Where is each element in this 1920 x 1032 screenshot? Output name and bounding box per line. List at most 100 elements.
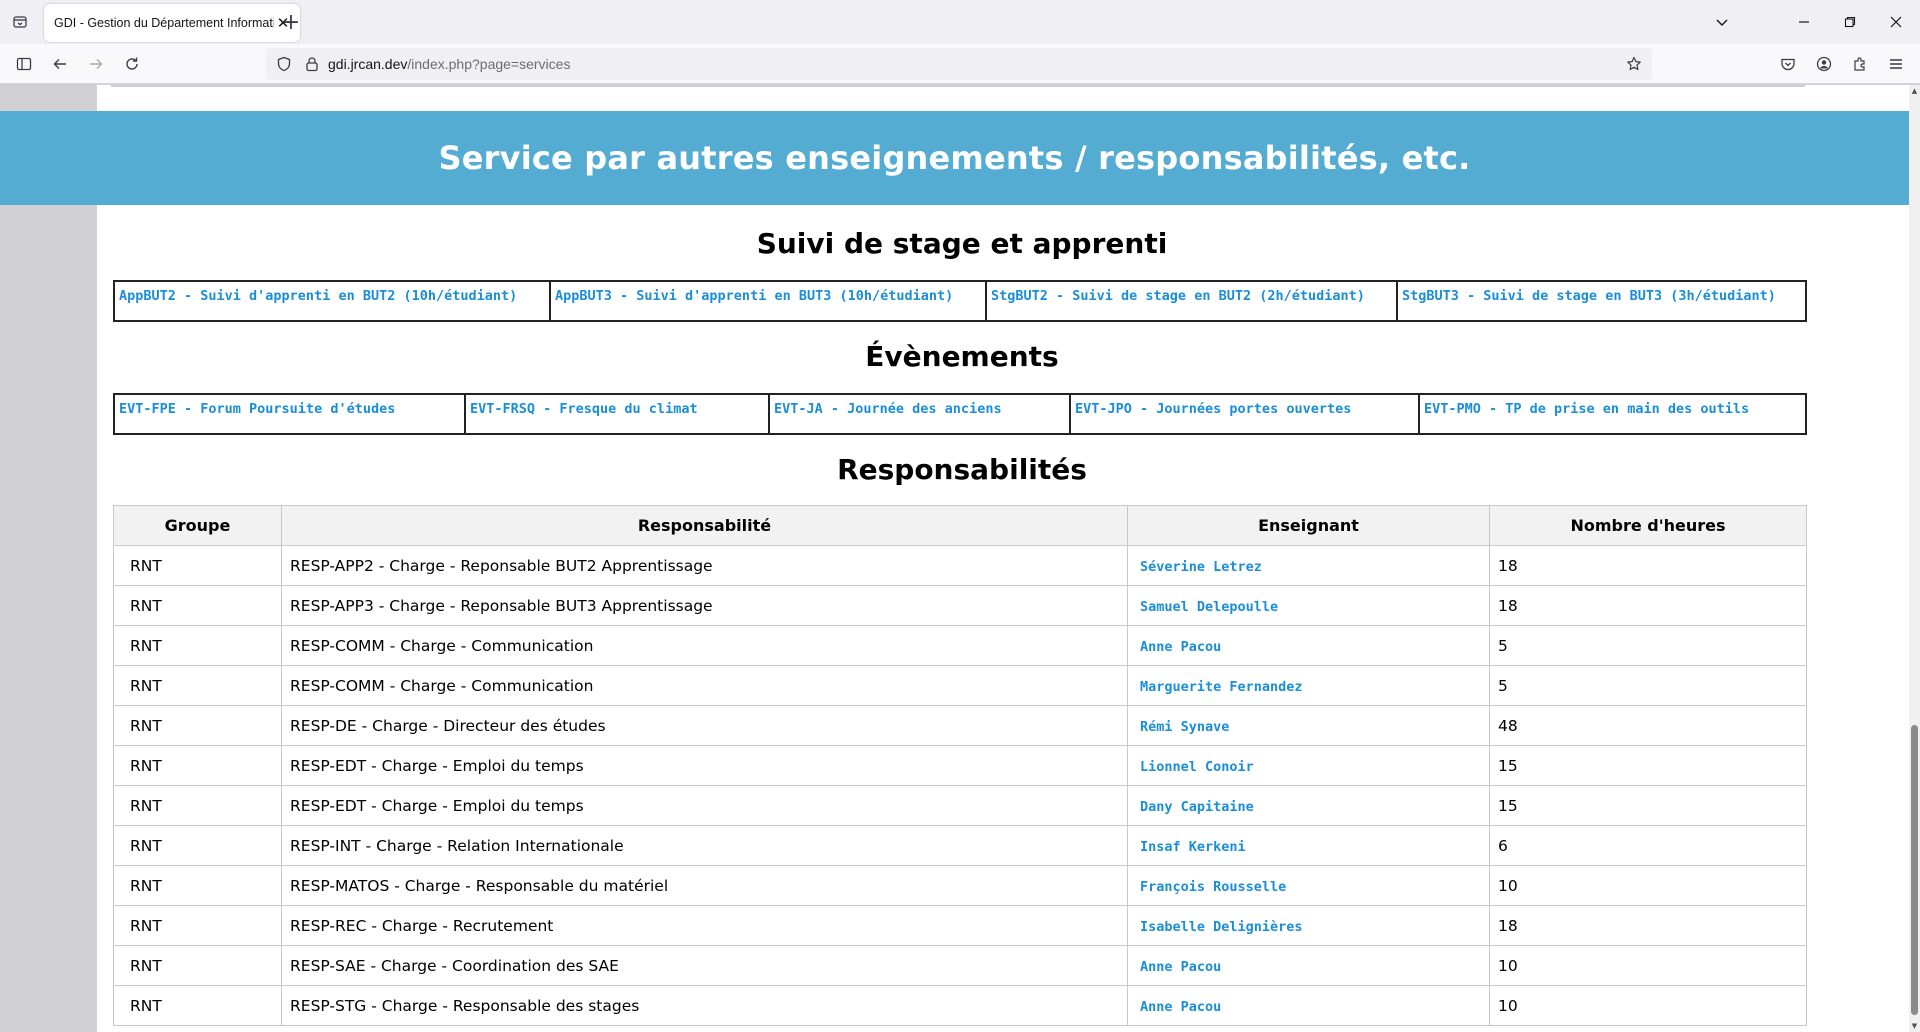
teacher-link[interactable]: Séverine Letrez xyxy=(1136,559,1262,575)
event-link[interactable]: EVT-FPE - Forum Poursuite d'études xyxy=(119,401,395,417)
event-link[interactable]: EVT-FRSQ - Fresque du climat xyxy=(470,401,698,417)
cell-group: RNT xyxy=(113,745,282,786)
navigation-bar: gdi.jrcan.dev/index.php?page=services xyxy=(0,44,1920,84)
minimize-icon[interactable] xyxy=(1784,8,1824,36)
url-bar[interactable]: gdi.jrcan.dev/index.php?page=services xyxy=(266,48,1652,80)
cell-group: RNT xyxy=(113,825,282,866)
cell-group: RNT xyxy=(113,545,282,586)
cell-group: RNT xyxy=(113,865,282,906)
cell-teacher: Rémi Synave xyxy=(1127,705,1490,746)
url-text[interactable]: gdi.jrcan.dev/index.php?page=services xyxy=(328,56,570,72)
sidebar-icon[interactable] xyxy=(10,50,38,78)
cell-teacher: Anne Pacou xyxy=(1127,985,1490,1026)
event-link[interactable]: EVT-JA - Journée des anciens xyxy=(774,401,1002,417)
cell-responsibility: RESP-REC - Charge - Recrutement xyxy=(281,905,1128,946)
event-link-cell: EVT-FRSQ - Fresque du climat xyxy=(464,393,770,435)
tab-list-icon[interactable] xyxy=(8,8,32,36)
forward-icon[interactable] xyxy=(82,50,110,78)
teacher-link[interactable]: Lionnel Conoir xyxy=(1136,759,1254,775)
column-header-hours[interactable]: Nombre d'heures xyxy=(1489,505,1807,546)
shield-icon[interactable] xyxy=(274,54,294,74)
column-header-responsibility[interactable]: Responsabilité xyxy=(281,505,1128,546)
teacher-link[interactable]: Anne Pacou xyxy=(1136,639,1221,655)
table-row: RNT RESP-COMM - Charge - Communication Mar… xyxy=(113,665,1807,706)
pocket-icon[interactable] xyxy=(1774,50,1802,78)
cell-responsibility: RESP-INT - Charge - Relation Internation… xyxy=(281,825,1128,866)
table-row: RNT RESP-DE - Charge - Directeur des étud… xyxy=(113,705,1807,746)
star-icon[interactable] xyxy=(1624,54,1644,74)
section-title-stage: Suivi de stage et apprenti xyxy=(756,227,1168,260)
menu-icon[interactable] xyxy=(1882,50,1910,78)
cell-hours: 18 xyxy=(1489,585,1807,626)
event-link-cell: EVT-FPE - Forum Poursuite d'études xyxy=(113,393,466,435)
cell-responsibility: RESP-COMM - Charge - Communication xyxy=(281,665,1128,706)
stage-link-cell: StgBUT2 - Suivi de stage en BUT2 (2h/étu… xyxy=(985,280,1398,322)
cell-responsibility: RESP-APP2 - Charge - Reponsable BUT2 App… xyxy=(281,545,1128,586)
table-row: RNT RESP-MATOS - Charge - Responsable du … xyxy=(113,865,1807,906)
lock-icon[interactable] xyxy=(302,54,322,74)
teacher-link[interactable]: Marguerite Fernandez xyxy=(1136,679,1303,695)
table-row: RNT RESP-REC - Charge - Recrutement Isabel… xyxy=(113,905,1807,946)
cell-hours: 15 xyxy=(1489,785,1807,826)
column-header-group[interactable]: Groupe xyxy=(113,505,282,546)
close-window-icon[interactable] xyxy=(1876,8,1916,36)
stage-link-cell: AppBUT3 - Suivi d'apprenti en BUT3 (10h/… xyxy=(549,280,987,322)
cell-group: RNT xyxy=(113,785,282,826)
teacher-link[interactable]: François Rousselle xyxy=(1136,879,1286,895)
teacher-link[interactable]: Anne Pacou xyxy=(1136,959,1221,975)
cell-teacher: Insaf Kerkeni xyxy=(1127,825,1490,866)
reload-icon[interactable] xyxy=(118,50,146,78)
content-area: Suivi de stage et apprenti AppBUT2 - Sui… xyxy=(97,85,1909,1032)
cell-hours: 18 xyxy=(1489,905,1807,946)
stage-link[interactable]: StgBUT2 - Suivi de stage en BUT2 (2h/étu… xyxy=(991,288,1365,304)
event-link[interactable]: EVT-JPO - Journées portes ouvertes xyxy=(1075,401,1351,417)
cell-teacher: Isabelle Delignières xyxy=(1127,905,1490,946)
stage-link[interactable]: StgBUT3 - Suivi de stage en BUT3 (3h/étu… xyxy=(1402,288,1776,304)
url-path: /index.php?page=services xyxy=(407,56,571,72)
tab-title: GDI - Gestion du Département Informatiqu… xyxy=(54,16,274,30)
scroll-down-icon[interactable]: ▼ xyxy=(1909,1020,1920,1032)
teacher-link[interactable]: Rémi Synave xyxy=(1136,719,1229,735)
table-row: RNT RESP-COMM - Charge - Communication Ann… xyxy=(113,625,1807,666)
chevron-down-icon[interactable] xyxy=(1702,8,1742,36)
responsibilities-table: Groupe Responsabilité Enseignant Nombre … xyxy=(113,505,1807,1026)
table-row: RNT RESP-STG - Charge - Responsable des s… xyxy=(113,985,1807,1026)
section-title-resp: Responsabilités xyxy=(837,453,1087,486)
plus-icon[interactable]: + xyxy=(279,10,303,35)
cell-teacher: Lionnel Conoir xyxy=(1127,745,1490,786)
cell-group: RNT xyxy=(113,665,282,706)
teacher-link[interactable]: Insaf Kerkeni xyxy=(1136,839,1246,855)
teacher-link[interactable]: Anne Pacou xyxy=(1136,999,1221,1015)
account-icon[interactable] xyxy=(1810,50,1838,78)
stage-link[interactable]: AppBUT3 - Suivi d'apprenti en BUT3 (10h/… xyxy=(555,288,953,304)
extensions-icon[interactable] xyxy=(1846,50,1874,78)
teacher-link[interactable]: Isabelle Delignières xyxy=(1136,919,1303,935)
scrollbar-thumb[interactable] xyxy=(1911,725,1918,1015)
table-row: RNT RESP-APP2 - Charge - Reponsable BUT2 … xyxy=(113,545,1807,586)
scrollbar[interactable]: ▲ ▼ xyxy=(1909,85,1920,1032)
table-row: RNT RESP-EDT - Charge - Emploi du temps Li… xyxy=(113,745,1807,786)
column-header-teacher[interactable]: Enseignant xyxy=(1127,505,1490,546)
cell-group: RNT xyxy=(113,985,282,1026)
cell-group: RNT xyxy=(113,705,282,746)
cell-responsibility: RESP-SAE - Charge - Coordination des SAE xyxy=(281,945,1128,986)
cell-responsibility: RESP-STG - Charge - Responsable des stag… xyxy=(281,985,1128,1026)
stage-link-cell: StgBUT3 - Suivi de stage en BUT3 (3h/étu… xyxy=(1396,280,1807,322)
scroll-up-icon[interactable]: ▲ xyxy=(1909,85,1920,97)
page-viewport: Service par autres enseignements / respo… xyxy=(0,85,1920,1032)
stage-link[interactable]: AppBUT2 - Suivi d'apprenti en BUT2 (10h/… xyxy=(119,288,517,304)
cell-hours: 10 xyxy=(1489,985,1807,1026)
cell-teacher: Anne Pacou xyxy=(1127,625,1490,666)
browser-tab[interactable]: GDI - Gestion du Département Informatiqu… xyxy=(44,4,300,42)
cell-hours: 5 xyxy=(1489,625,1807,666)
restore-icon[interactable] xyxy=(1830,8,1870,36)
cell-hours: 10 xyxy=(1489,945,1807,986)
table-row: RNT RESP-EDT - Charge - Emploi du temps Da… xyxy=(113,785,1807,826)
teacher-link[interactable]: Dany Capitaine xyxy=(1136,799,1254,815)
cell-responsibility: RESP-APP3 - Charge - Reponsable BUT3 App… xyxy=(281,585,1128,626)
event-link-cell: EVT-PMO - TP de prise en main des outils xyxy=(1418,393,1807,435)
teacher-link[interactable]: Samuel Delepoulle xyxy=(1136,599,1278,615)
back-icon[interactable] xyxy=(46,50,74,78)
event-link[interactable]: EVT-PMO - TP de prise en main des outils xyxy=(1424,401,1749,417)
cell-teacher: François Rousselle xyxy=(1127,865,1490,906)
